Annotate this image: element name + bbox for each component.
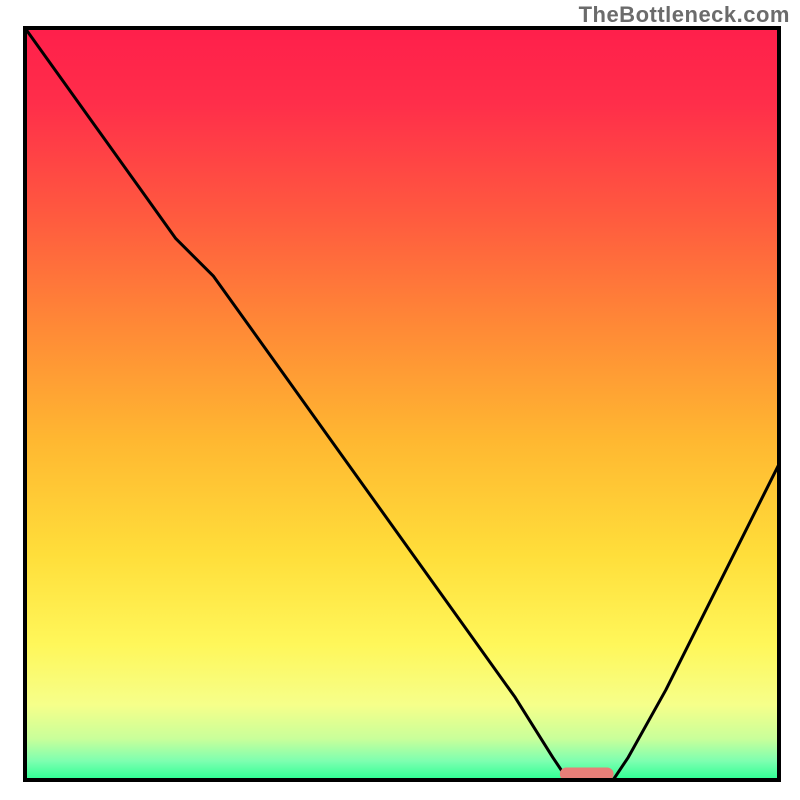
plot-background [25, 28, 779, 780]
watermark-text: TheBottleneck.com [579, 2, 790, 28]
bottleneck-chart [0, 0, 800, 800]
